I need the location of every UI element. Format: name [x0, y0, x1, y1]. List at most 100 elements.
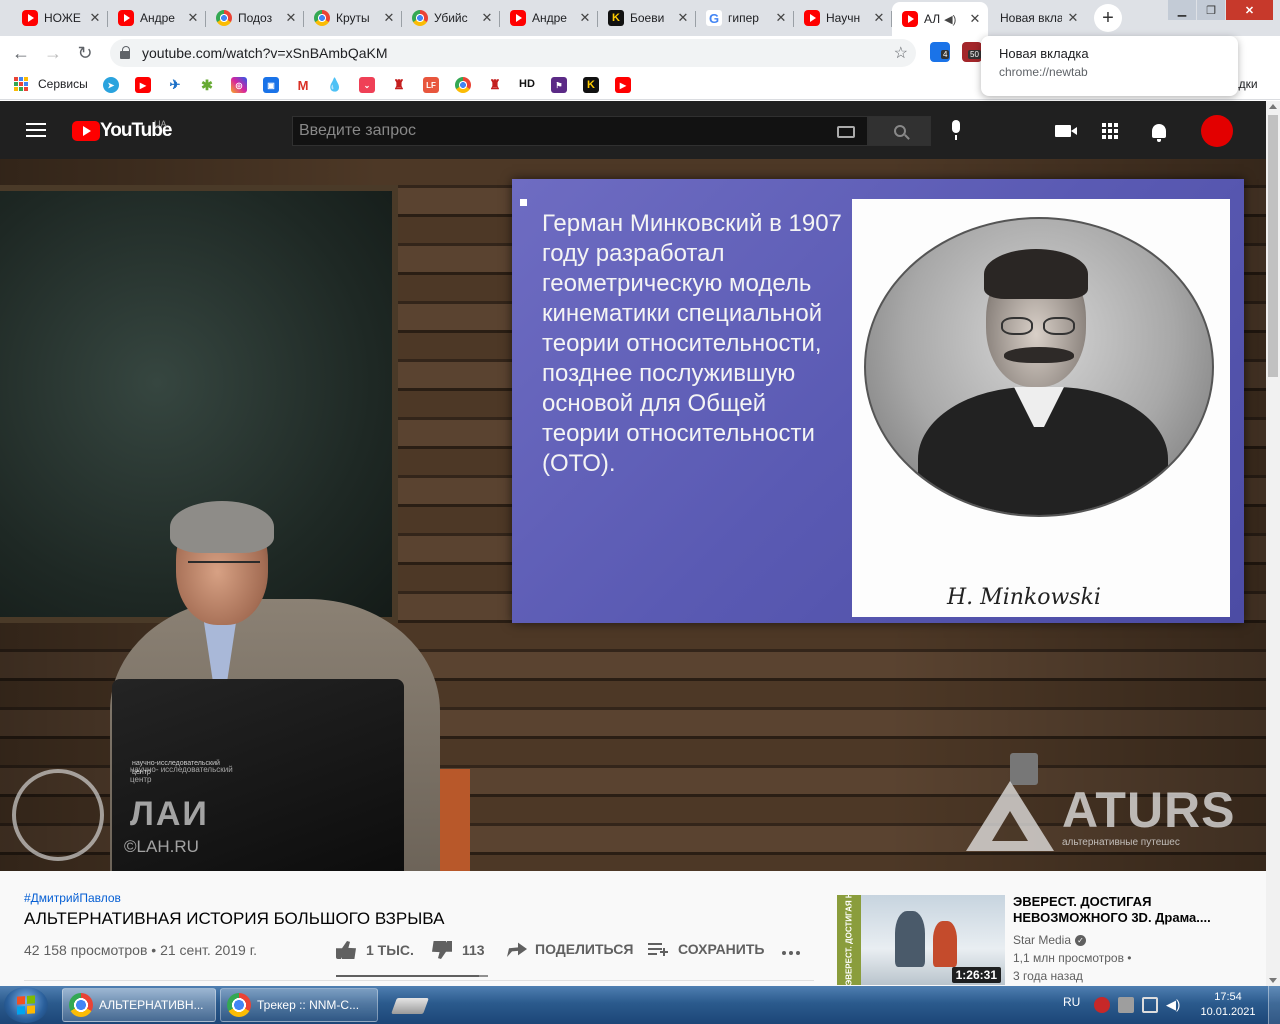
youtube-icon[interactable]: ▶: [135, 77, 151, 93]
scroll-thumb[interactable]: [1268, 115, 1278, 377]
page-scrollbar[interactable]: [1266, 101, 1280, 986]
close-tab-icon[interactable]: ✕: [968, 11, 982, 27]
region-code: UA: [154, 119, 167, 129]
kremlin-icon[interactable]: ♜: [391, 77, 407, 93]
menu-icon[interactable]: [26, 123, 46, 137]
youtube-icon: [510, 10, 526, 26]
volume-icon[interactable]: ◀): [1166, 997, 1182, 1013]
close-tab-icon[interactable]: ✕: [578, 10, 592, 26]
antivirus-icon[interactable]: [1094, 997, 1110, 1013]
thumb-down-icon: [432, 941, 452, 959]
notifications-button[interactable]: [1149, 121, 1169, 142]
taskbar-item[interactable]: АЛЬТЕРНАТИВН...: [62, 988, 216, 1022]
browser-tab-active[interactable]: АЛ ◀) ✕: [892, 2, 988, 36]
lf-icon[interactable]: LF: [423, 77, 439, 93]
kinogo-icon[interactable]: K: [583, 77, 599, 93]
save-button[interactable]: СОХРАНИТЬ: [648, 941, 764, 957]
minimize-button[interactable]: ▁: [1168, 0, 1196, 20]
like-count: 1 ТЫС.: [366, 942, 414, 958]
share-icon: [507, 942, 527, 957]
video-player[interactable]: Герман Минковский в 1907 году разработал…: [0, 159, 1266, 871]
hd-bookmark[interactable]: HD: [519, 78, 535, 90]
chrome-icon[interactable]: [455, 77, 471, 93]
start-button[interactable]: [4, 987, 48, 1023]
dislike-button[interactable]: 113: [432, 941, 485, 959]
recommendation-thumbnail[interactable]: ЭВЕРЕСТ. ДОСТИГАЯ НЕВОЗМОЖНОГО 3D 1:26:3…: [837, 895, 1005, 985]
browser-tab[interactable]: Круты ✕: [304, 3, 402, 33]
scroll-up-icon[interactable]: [1269, 104, 1277, 109]
like-button[interactable]: 1 ТЫС.: [336, 941, 414, 959]
browser-tab[interactable]: K Боеви ✕: [598, 3, 696, 33]
microphone-icon[interactable]: [950, 120, 962, 142]
tab-strip: НОЖЕ ✕ Андре ✕ Подоз ✕ Круты ✕ Убийс ✕ А…: [0, 0, 1280, 36]
lai-watermark: научно- исследовательский центр ЛАИ ©LAH…: [12, 765, 233, 861]
browser-tab[interactable]: Подоз ✕: [206, 3, 304, 33]
close-window-button[interactable]: ✕: [1226, 0, 1273, 20]
star-icon[interactable]: ✱: [199, 77, 215, 93]
speaker-icon[interactable]: ◀): [944, 13, 964, 26]
show-desktop-button[interactable]: [1268, 986, 1280, 1024]
drop-icon[interactable]: 💧: [327, 77, 343, 93]
youtube-logo-icon[interactable]: [72, 121, 100, 141]
scroll-down-icon[interactable]: [1269, 978, 1277, 983]
browser-tab[interactable]: НОЖЕ ✕: [12, 3, 108, 33]
share-label: ПОДЕЛИТЬСЯ: [535, 941, 634, 957]
flag-tray-icon[interactable]: [1118, 997, 1134, 1013]
browser-tab[interactable]: Убийс ✕: [402, 3, 500, 33]
avatar[interactable]: [1201, 115, 1233, 147]
taskbar-item[interactable]: Трекер :: NNM-C...: [220, 988, 378, 1022]
address-bar[interactable]: youtube.com/watch?v=xSnBAmbQaKM ☆: [110, 39, 916, 67]
telegram-icon[interactable]: ➤: [103, 77, 119, 93]
video-camera-icon: [1055, 125, 1077, 137]
gmail-icon[interactable]: M: [295, 77, 311, 93]
back-button[interactable]: ←: [10, 42, 32, 64]
windows-logo-icon: [17, 995, 35, 1015]
kremlin-icon[interactable]: ♜: [487, 77, 503, 93]
close-tab-icon[interactable]: ✕: [676, 10, 690, 26]
share-button[interactable]: ПОДЕЛИТЬСЯ: [507, 941, 633, 957]
forward-button[interactable]: →: [42, 42, 64, 64]
close-tab-icon[interactable]: ✕: [382, 10, 396, 26]
apps-button[interactable]: [1100, 121, 1120, 141]
close-tab-icon[interactable]: ✕: [872, 10, 886, 26]
create-video-button[interactable]: [1053, 121, 1077, 141]
tool-icon[interactable]: ▣: [263, 77, 279, 93]
search-button[interactable]: [868, 116, 931, 146]
youtube-icon[interactable]: ▶: [615, 77, 631, 93]
apps-grid-icon[interactable]: [14, 77, 28, 91]
close-tab-icon[interactable]: ✕: [186, 10, 200, 26]
recommendation-title[interactable]: ЭВЕРЕСТ. ДОСТИГАЯ НЕВОЗМОЖНОГО 3D. Драма…: [1013, 894, 1253, 926]
recommendation-channel[interactable]: Star Media ✓: [1013, 933, 1087, 947]
browser-tab[interactable]: Научн ✕: [794, 3, 892, 33]
drive-icon[interactable]: [391, 998, 429, 1014]
keyboard-icon[interactable]: [837, 126, 855, 138]
display-icon[interactable]: [1142, 997, 1158, 1013]
taskbar-label: Трекер :: NNM-C...: [257, 998, 360, 1012]
youtube-icon: [804, 10, 820, 26]
bookmark-star-icon[interactable]: ☆: [894, 43, 908, 63]
close-tab-icon[interactable]: ✕: [284, 10, 298, 26]
more-actions-icon[interactable]: [782, 951, 800, 955]
search-input[interactable]: [299, 122, 819, 140]
browser-tab[interactable]: Андре ✕: [500, 3, 598, 33]
browser-tab[interactable]: G гипер ✕: [696, 3, 794, 33]
close-tab-icon[interactable]: ✕: [1066, 10, 1080, 26]
new-tab-button[interactable]: +: [1094, 4, 1122, 32]
language-indicator[interactable]: RU: [1063, 995, 1080, 1009]
restore-button[interactable]: ❐: [1197, 0, 1225, 20]
reload-button[interactable]: ↻: [74, 42, 96, 64]
url-text[interactable]: youtube.com/watch?v=xSnBAmbQaKM: [142, 45, 388, 61]
arrow-right-icon: →: [44, 42, 62, 63]
close-tab-icon[interactable]: ✕: [88, 10, 102, 26]
pocket-icon[interactable]: ⌄: [359, 77, 375, 93]
clock[interactable]: 17:54 10.01.2021: [1195, 990, 1261, 1020]
flag-icon[interactable]: ⚑: [551, 77, 567, 93]
instagram-icon[interactable]: ◎: [231, 77, 247, 93]
close-tab-icon[interactable]: ✕: [480, 10, 494, 26]
hashtag-link[interactable]: #ДмитрийПавлов: [24, 891, 121, 905]
close-tab-icon[interactable]: ✕: [774, 10, 788, 26]
browser-tab[interactable]: Новая вкла ✕: [990, 3, 1086, 33]
bookmark-services[interactable]: Сервисы: [38, 77, 88, 91]
browser-tab[interactable]: Андре ✕: [108, 3, 206, 33]
aviasales-icon[interactable]: ✈: [167, 77, 183, 93]
